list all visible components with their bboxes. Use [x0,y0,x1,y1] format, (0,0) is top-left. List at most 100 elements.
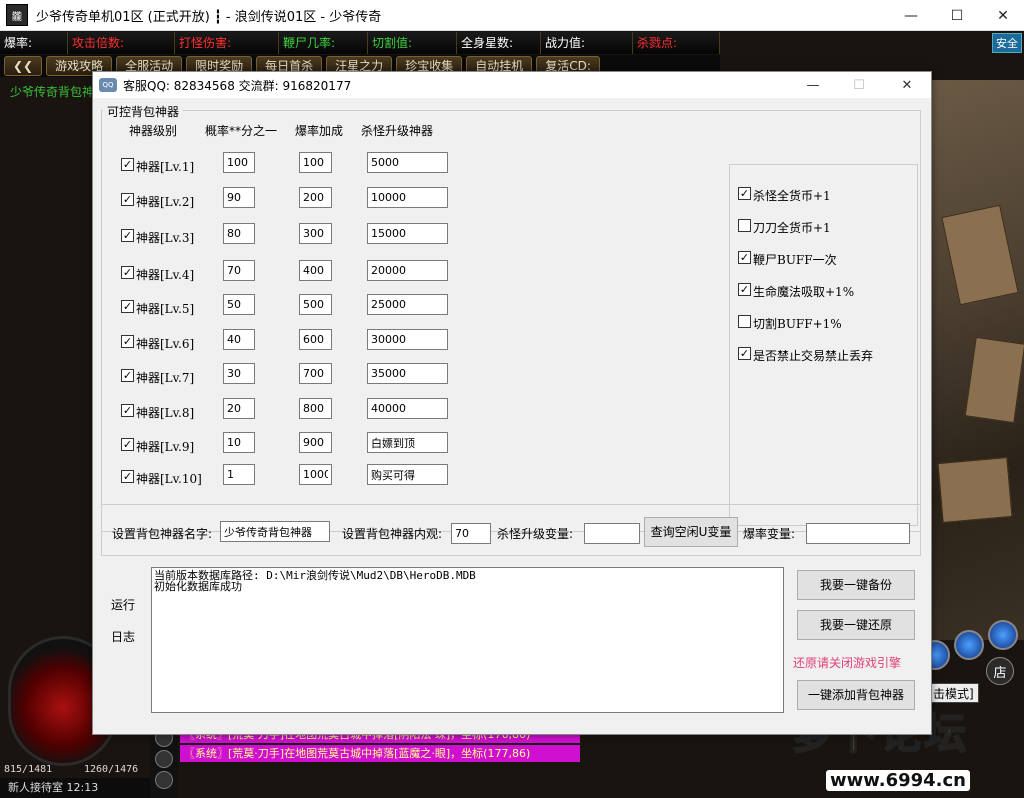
scene-plank [964,336,1024,424]
kill-upgrade-input[interactable] [367,432,448,453]
kill-upgrade-input[interactable] [367,223,448,244]
artifact-level-label: 神器[Lv.1] [136,160,195,174]
probability-input[interactable] [223,223,255,244]
drop-bonus-input[interactable] [299,294,332,315]
query-var-button[interactable]: 查询空闲U变量 [644,517,738,547]
collapse-menu-button[interactable]: ❮❮ [4,56,43,76]
artifact-checkbox[interactable]: ✓ [121,335,134,348]
option-label: 鞭尸BUFF一次 [753,253,837,267]
artifact-level-label: 神器[Lv.3] [136,231,195,245]
artifact-checkbox[interactable]: ✓ [121,158,134,171]
artifact-checkbox[interactable]: ✓ [121,470,134,483]
artifact-checkbox[interactable]: ✓ [121,229,134,242]
artifact-look-input[interactable] [451,523,491,544]
probability-input[interactable] [223,363,255,384]
game-maximize-button[interactable]: ☐ [934,0,980,31]
artifact-level-label: 神器[Lv.9] [136,440,195,454]
control-button[interactable] [155,750,173,768]
option-checkbox[interactable] [738,219,751,232]
stat-cell: 爆率: [0,32,68,54]
probability-input[interactable] [223,432,255,453]
option-label: 是否禁止交易禁止丢弃 [753,349,874,363]
restore-note: 还原请关闭游戏引擎 [793,656,902,670]
option-item[interactable]: 切割BUFF+1% [738,313,908,331]
artifact-row: ✓ 神器[Lv.3] [121,223,461,248]
log-label-run: 运行 [111,598,136,612]
probability-input[interactable] [223,152,255,173]
kill-upgrade-input[interactable] [367,294,448,315]
kill-upgrade-input[interactable] [367,398,448,419]
option-item[interactable]: 刀刀全货币+1 [738,217,908,235]
dialog-title: 客服QQ: 82834568 交流群: 916820177 [123,78,352,93]
option-checkbox[interactable] [738,315,751,328]
artifact-checkbox[interactable]: ✓ [121,300,134,313]
game-stats-bar: 爆率: 攻击倍数: 打怪伤害: 鞭尸几率: 切割值: 全身星数: 战力值: 杀戮点: [0,32,720,54]
drop-bonus-input[interactable] [299,464,332,485]
probability-input[interactable] [223,294,255,315]
restore-button[interactable]: 我要一键还原 [797,610,915,640]
artifact-checkbox[interactable]: ✓ [121,438,134,451]
log-textarea[interactable]: 当前版本数据库路径: D:\Mir浪剑传说\Mud2\DB\HeroDB.MDB… [151,567,784,713]
game-minimize-button[interactable]: — [888,0,934,31]
artifact-row: ✓ 神器[Lv.4] [121,260,461,285]
skill-orb-icon[interactable] [954,630,984,660]
artifact-level-label: 神器[Lv.4] [136,268,195,282]
game-app-icon: 龖 [6,4,28,26]
probability-input[interactable] [223,187,255,208]
dialog-close-button[interactable]: ✕ [887,72,927,98]
probability-input[interactable] [223,398,255,419]
probability-input[interactable] [223,329,255,350]
drop-bonus-input[interactable] [299,260,332,281]
mp-value: 1260/1476 [84,764,139,775]
option-item[interactable]: ✓ 杀怪全货币+1 [738,185,908,203]
option-checkbox[interactable]: ✓ [738,187,751,200]
artifact-row: ✓ 神器[Lv.6] [121,329,461,354]
drop-bonus-input[interactable] [299,223,332,244]
drop-bonus-input[interactable] [299,187,332,208]
artifact-name-input[interactable] [220,521,330,542]
drop-bonus-input[interactable] [299,329,332,350]
dialog-maximize-button[interactable]: ☐ [839,72,879,98]
backup-button[interactable]: 我要一键备份 [797,570,915,600]
drop-bonus-input[interactable] [299,363,332,384]
kill-upgrade-input[interactable] [367,464,448,485]
artifact-checkbox[interactable]: ✓ [121,266,134,279]
game-close-button[interactable]: ✕ [980,0,1024,31]
artifact-checkbox[interactable]: ✓ [121,404,134,417]
qq-icon: QQ [99,78,117,92]
artifact-checkbox[interactable]: ✓ [121,193,134,206]
stat-cell: 切割值: [368,32,457,54]
stat-cell: 战力值: [541,32,633,54]
skill-orb-icon[interactable] [988,620,1018,650]
add-artifact-button[interactable]: 一键添加背包神器 [797,680,915,710]
kill-var-input[interactable] [584,523,640,544]
stat-cell: 攻击倍数: [68,32,175,54]
artifact-checkbox[interactable]: ✓ [121,369,134,382]
drop-bonus-input[interactable] [299,152,332,173]
option-checkbox[interactable]: ✓ [738,347,751,360]
control-button[interactable] [155,771,173,789]
artifact-level-label: 神器[Lv.7] [136,371,195,385]
kill-upgrade-input[interactable] [367,187,448,208]
artifact-row: ✓ 神器[Lv.10] [121,464,461,489]
drop-var-input[interactable] [806,523,910,544]
chat-line: 〖系统〗[荒莫·刀手]在地图荒莫古城中掉落[蓝魔之·眼]，坐标(177,86) [180,745,580,762]
option-checkbox[interactable]: ✓ [738,283,751,296]
kill-upgrade-input[interactable] [367,152,448,173]
dialog-minimize-button[interactable]: — [793,72,833,98]
option-label: 切割BUFF+1% [753,317,842,331]
option-checkbox[interactable]: ✓ [738,251,751,264]
artifact-group-title: 可控背包神器 [103,103,184,120]
option-item[interactable]: ✓ 生命魔法吸取+1% [738,281,908,299]
probability-input[interactable] [223,260,255,281]
scene-plank [937,457,1013,523]
option-item[interactable]: ✓ 是否禁止交易禁止丢弃 [738,345,908,363]
kill-upgrade-input[interactable] [367,363,448,384]
option-item[interactable]: ✓ 鞭尸BUFF一次 [738,249,908,267]
shop-button[interactable]: 店 [986,657,1014,685]
probability-input[interactable] [223,464,255,485]
drop-bonus-input[interactable] [299,398,332,419]
kill-upgrade-input[interactable] [367,329,448,350]
kill-upgrade-input[interactable] [367,260,448,281]
drop-bonus-input[interactable] [299,432,332,453]
